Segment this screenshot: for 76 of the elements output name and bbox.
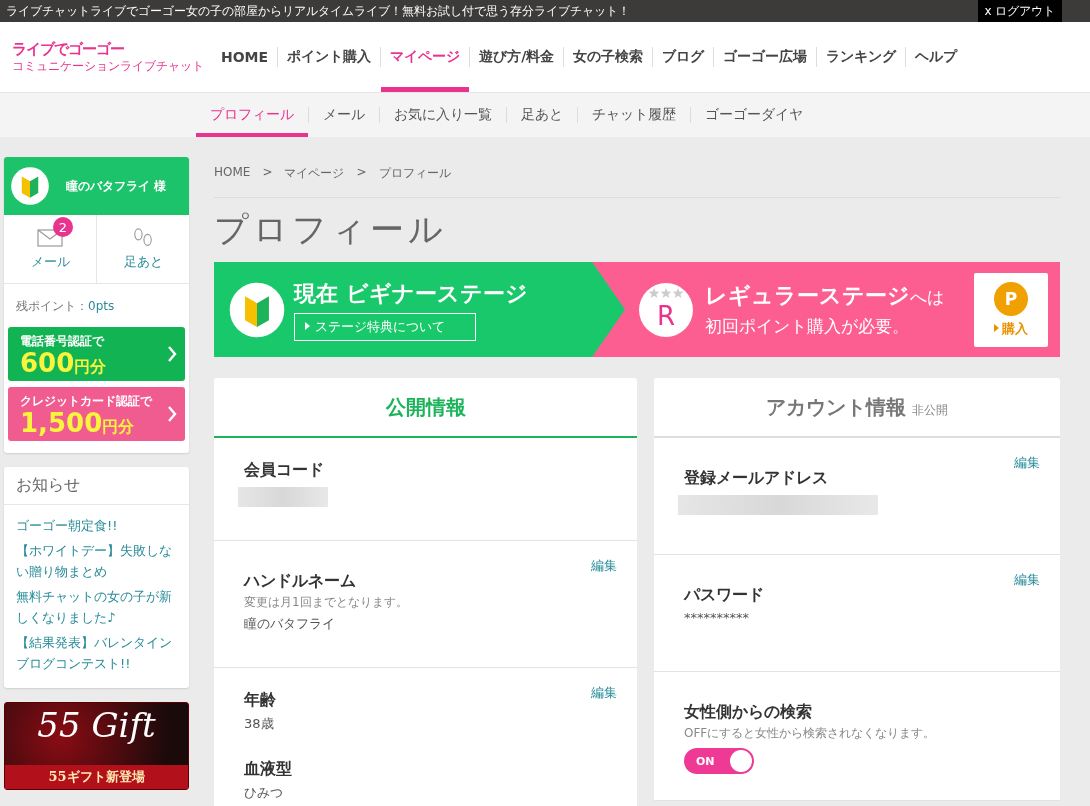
current-label: 現在: [294, 279, 338, 308]
nav-tab[interactable]: 遊び方/料金: [470, 22, 564, 92]
news-link[interactable]: 無料チャットの女の子が新しくなりました♪: [16, 586, 183, 628]
gift-banner-title: 55 Gift: [37, 707, 156, 745]
nav-tab[interactable]: HOME: [212, 22, 278, 92]
sub-nav-tab[interactable]: 足あと: [507, 93, 577, 137]
toggle-switch[interactable]: ON: [684, 748, 754, 774]
news-title: お知らせ: [4, 467, 189, 505]
points-value: 0pts: [88, 299, 115, 313]
promo-amount: 1,500円分: [20, 409, 135, 436]
gift-banner-caption: 55ギフト新登場: [5, 765, 188, 789]
next-stage-text: レギュラーステージへは: [705, 282, 944, 310]
breadcrumb-separator: >: [262, 165, 273, 181]
field-label: パスワード: [684, 585, 764, 606]
beginner-mark-icon: [228, 280, 286, 339]
edit-link[interactable]: 編集: [1014, 454, 1040, 472]
sub-nav-tab[interactable]: メール: [309, 93, 379, 137]
edit-link[interactable]: 編集: [591, 684, 617, 702]
edit-link[interactable]: 編集: [1014, 571, 1040, 589]
user-name: 瞳のバタフライ 様: [66, 177, 167, 195]
promo-caption: クレジットカード認証で: [20, 392, 152, 410]
news-link[interactable]: ゴーゴー朝定食!!: [16, 515, 183, 536]
promo-caption: 電話番号認証で: [20, 332, 104, 350]
beginner-mark-icon: [10, 166, 50, 206]
nav-tab[interactable]: ブログ: [653, 22, 714, 92]
field-label: 女性側からの検索: [684, 702, 812, 723]
next-stage-requirement: 初回ポイント購入が必要。: [705, 315, 910, 338]
field-value: **********: [684, 610, 750, 625]
points-label: 残ポイント：: [16, 299, 88, 313]
promo-banner[interactable]: クレジットカード認証で 1,500円分: [8, 387, 185, 441]
breadcrumb-link[interactable]: マイページ: [284, 165, 345, 182]
user-link[interactable]: 足あと: [96, 215, 189, 283]
logo-subtitle: コミュニケーションライブチャット: [12, 59, 205, 74]
sub-nav-tab[interactable]: お気に入り一覧: [380, 93, 506, 137]
logout-button[interactable]: x ログアウト: [978, 0, 1062, 22]
field-label: 登録メールアドレス: [684, 468, 828, 489]
regular-badge: R: [639, 282, 693, 337]
nav-tab[interactable]: ランキング: [817, 22, 906, 92]
nav-tab[interactable]: ヘルプ: [906, 22, 967, 92]
field-value: 38歳: [244, 715, 275, 733]
nav-tab[interactable]: ゴーゴー広場: [714, 22, 817, 92]
page-title: プロフィール: [214, 212, 448, 246]
promo-banner[interactable]: 電話番号認証で 600円分: [8, 327, 185, 381]
edit-link[interactable]: 編集: [591, 557, 617, 575]
unread-count-badge: 2: [53, 217, 73, 237]
logo-title[interactable]: ライブでゴーゴー: [12, 40, 212, 59]
breadcrumb-separator: >: [356, 165, 367, 181]
footprints-icon: [132, 227, 154, 249]
field-label: 年齢: [244, 690, 276, 711]
panel-title: 公開情報: [385, 393, 466, 421]
tagline: ライブチャットライブでゴーゴー女の子の部屋からリアルタイムライブ！無料お試し付で思う存分ライブチャット！: [6, 3, 630, 19]
field-note: 変更は月1回までとなります。: [244, 594, 409, 611]
panel-title: アカウント情報: [766, 393, 906, 421]
sub-nav-tab[interactable]: チャット履歴: [578, 93, 690, 137]
chevron-icon: [167, 405, 177, 423]
sub-nav-tab[interactable]: プロフィール: [196, 93, 308, 137]
field-value: 瞳のバタフライ: [244, 615, 336, 633]
current-stage: ビギナーステージ: [346, 279, 528, 308]
nav-tab[interactable]: ポイント購入: [278, 22, 381, 92]
stars-icon: [648, 287, 684, 298]
field-label: 会員コード: [244, 460, 324, 481]
promo-amount: 600円分: [20, 349, 107, 376]
news-link[interactable]: 【結果発表】バレンタインブログコンテスト!!: [16, 632, 183, 674]
field-note: OFFにすると女性から検索されなくなります。: [684, 725, 937, 742]
news-link[interactable]: 【ホワイトデー】失敗しない贈り物まとめ: [16, 540, 183, 582]
user-link[interactable]: 2 メール: [4, 215, 96, 283]
field-value: ひみつ: [244, 784, 284, 802]
field-label: ハンドルネーム: [244, 571, 356, 592]
nav-tab[interactable]: 女の子検索: [564, 22, 653, 92]
panel-tag: 非公開: [912, 401, 948, 419]
gift-banner[interactable]: 55 Gift 55ギフト新登場: [4, 702, 189, 790]
chevron-icon: [167, 345, 177, 363]
field-label: 血液型: [244, 759, 292, 780]
breadcrumb-link[interactable]: プロフィール: [378, 165, 451, 182]
sub-nav-tab[interactable]: ゴーゴーダイヤ: [691, 93, 817, 137]
breadcrumb-link[interactable]: HOME: [214, 165, 251, 182]
